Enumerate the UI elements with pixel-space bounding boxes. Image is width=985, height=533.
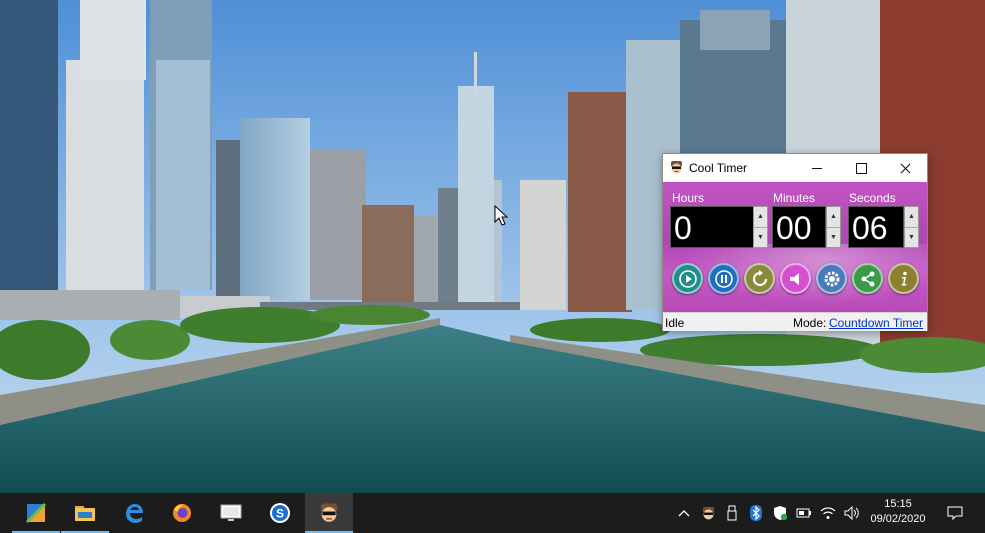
notification-icon bbox=[947, 506, 963, 520]
seconds-spinner[interactable]: ▲ ▼ bbox=[904, 206, 919, 248]
edge-icon bbox=[126, 504, 143, 523]
battery-tray-button[interactable] bbox=[794, 493, 814, 533]
firefox-button[interactable] bbox=[158, 493, 206, 533]
show-hidden-icons-button[interactable] bbox=[674, 493, 694, 533]
minutes-label: Minutes bbox=[773, 191, 816, 205]
bluetooth-icon bbox=[750, 505, 762, 521]
info-icon bbox=[901, 271, 907, 285]
usb-tray-button[interactable] bbox=[722, 493, 742, 533]
speaker-icon bbox=[789, 272, 799, 285]
play-icon bbox=[678, 269, 697, 288]
bluetooth-tray-button[interactable] bbox=[746, 493, 766, 533]
share-icon bbox=[861, 271, 874, 286]
reset-button[interactable] bbox=[744, 263, 775, 294]
seconds-label: Seconds bbox=[849, 191, 896, 205]
status-text: Idle bbox=[665, 316, 685, 330]
svg-text:S: S bbox=[276, 507, 284, 521]
play-button[interactable] bbox=[672, 263, 703, 294]
monitor-icon bbox=[220, 504, 242, 521]
hours-down-arrow-icon[interactable]: ▼ bbox=[754, 228, 767, 248]
hours-input[interactable]: 0 bbox=[670, 206, 754, 248]
cool-timer-tray-button[interactable] bbox=[698, 493, 718, 533]
seconds-down-arrow-icon[interactable]: ▼ bbox=[905, 228, 918, 248]
remote-desktop-button[interactable] bbox=[207, 493, 255, 533]
windows-icon bbox=[25, 502, 47, 524]
pause-icon bbox=[714, 269, 733, 288]
wifi-icon bbox=[820, 507, 836, 519]
cool-timer-icon bbox=[320, 503, 338, 522]
mode-link[interactable]: Countdown Timer bbox=[829, 316, 923, 330]
firefox-icon bbox=[173, 504, 191, 522]
start-button[interactable] bbox=[12, 493, 60, 533]
window-title: Cool Timer bbox=[689, 161, 748, 175]
reset-icon bbox=[752, 269, 767, 286]
hours-up-arrow-icon[interactable]: ▲ bbox=[754, 207, 767, 228]
close-button[interactable] bbox=[883, 154, 927, 182]
minutes-down-arrow-icon[interactable]: ▼ bbox=[827, 228, 840, 248]
mode-label: Mode: bbox=[793, 316, 827, 330]
clock-date: 09/02/2020 bbox=[870, 513, 926, 525]
shield-icon bbox=[774, 506, 787, 521]
status-bar: Idle Mode: Countdown Timer bbox=[663, 312, 927, 331]
battery-icon bbox=[796, 508, 811, 518]
security-tray-button[interactable] bbox=[770, 493, 790, 533]
clock[interactable]: 15:15 09/02/2020 bbox=[862, 497, 934, 527]
minimize-button[interactable] bbox=[795, 154, 839, 182]
hours-spinner[interactable]: ▲ ▼ bbox=[753, 206, 768, 248]
minutes-up-arrow-icon[interactable]: ▲ bbox=[827, 207, 840, 228]
gear-icon bbox=[824, 271, 839, 286]
s-app-button[interactable]: S bbox=[256, 493, 304, 533]
network-tray-button[interactable] bbox=[818, 493, 838, 533]
cool-timer-tray-icon bbox=[702, 506, 714, 519]
taskbar: S 15:15 09/02/2020 bbox=[0, 493, 985, 533]
maximize-button[interactable] bbox=[839, 154, 883, 182]
edge-button[interactable] bbox=[110, 493, 158, 533]
cool-timer-taskbar-button[interactable] bbox=[305, 493, 353, 533]
folder-icon bbox=[75, 506, 95, 521]
minutes-spinner[interactable]: ▲ ▼ bbox=[826, 206, 841, 248]
seconds-input[interactable]: 06 bbox=[848, 206, 904, 248]
pause-button[interactable] bbox=[708, 263, 739, 294]
sound-button[interactable] bbox=[780, 263, 811, 294]
settings-button[interactable] bbox=[816, 263, 847, 294]
info-button[interactable] bbox=[888, 263, 919, 294]
title-bar[interactable]: Cool Timer bbox=[663, 154, 927, 182]
timer-panel: Hours Minutes Seconds 0 ▲ ▼ 00 ▲ ▼ 06 ▲ … bbox=[663, 182, 927, 312]
minutes-input[interactable]: 00 bbox=[772, 206, 826, 248]
chevron-up-icon bbox=[678, 510, 690, 517]
seconds-up-arrow-icon[interactable]: ▲ bbox=[905, 207, 918, 228]
clock-time: 15:15 bbox=[884, 498, 912, 510]
cool-timer-window: Cool Timer Hours Minutes Seconds 0 ▲ ▼ 0… bbox=[662, 153, 928, 331]
action-center-button[interactable] bbox=[944, 493, 966, 533]
share-button[interactable] bbox=[852, 263, 883, 294]
usb-icon bbox=[727, 505, 737, 521]
hours-label: Hours bbox=[672, 191, 705, 205]
file-explorer-button[interactable] bbox=[61, 493, 109, 533]
cool-timer-icon bbox=[671, 161, 682, 174]
volume-tray-button[interactable] bbox=[842, 493, 862, 533]
volume-icon bbox=[844, 506, 859, 520]
s-logo-icon: S bbox=[270, 503, 290, 523]
